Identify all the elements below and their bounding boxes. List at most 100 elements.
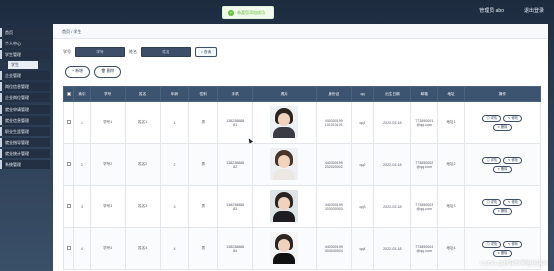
student-id-cell: 学号3 — [89, 185, 126, 228]
col-header: 照片 — [252, 86, 317, 102]
ops-cell: ◎ 详情 ✎ 修改 ✕ 删除 — [463, 101, 542, 144]
detail-button[interactable]: ◎ 详情 — [482, 114, 502, 122]
sidebar-item-company-jobs[interactable]: 企业岗位管理 — [0, 93, 50, 103]
idcard-cell: 440300199 101010101 — [315, 101, 352, 144]
email-cell: 773890004 @qq.com — [410, 227, 439, 270]
detail-button[interactable]: ◎ 详情 — [482, 240, 502, 248]
row-select-cell[interactable] — [62, 101, 75, 144]
breadcrumb: 首页 / 学生 — [53, 24, 548, 39]
sidebar-item-home[interactable]: 首页 — [0, 28, 50, 37]
student-photo — [270, 232, 299, 264]
edit-button[interactable]: ✎ 修改 — [503, 114, 523, 122]
sidebar-item-guidance[interactable]: 就业指导管理 — [0, 137, 50, 147]
col-header: 出生日期 — [373, 86, 412, 102]
trash-icon: ✕ — [497, 166, 501, 171]
age-cell: 3 — [159, 185, 190, 228]
col-header: 地址 — [437, 86, 465, 102]
table-row[interactable]: 1 学号1 姓名1 1 男 138238888 81 440300199 101… — [62, 101, 542, 144]
row-select-cell[interactable] — [62, 143, 75, 186]
row-checkbox[interactable] — [66, 120, 71, 124]
delete-button[interactable]: ✕ 删除 — [492, 207, 512, 215]
edit-button[interactable]: ✎ 修改 — [503, 240, 523, 248]
trash-icon: ✕ — [497, 124, 501, 129]
edit-button[interactable]: ✎ 修改 — [503, 156, 523, 164]
sex-cell: 男 — [188, 143, 219, 186]
sidebar-item-students[interactable]: 学生管理 — [0, 50, 50, 60]
row-select-cell[interactable] — [62, 227, 75, 270]
add-button[interactable]: + 新增 — [65, 66, 90, 78]
sidebar-item-applications[interactable]: 就业申请管理 — [0, 104, 50, 114]
sidebar-item-employment[interactable]: 就业信息管理 — [0, 115, 50, 125]
row-checkbox[interactable] — [66, 204, 71, 208]
sidebar: 首页 个人中心 学生管理 学生 企业管理 岗位信息管理 企业岗位管理 就业申请管… — [0, 28, 50, 171]
sex-cell: 男 — [188, 227, 219, 270]
detail-icon: ◎ — [486, 115, 490, 120]
delete-label: 删除 — [500, 124, 508, 129]
student-id-cell: 学号1 — [89, 101, 126, 144]
sidebar-item-companies[interactable]: 企业管理 — [0, 71, 50, 81]
batch-delete-button[interactable]: 🗑 删除 — [93, 66, 122, 78]
sidebar-item-jobs[interactable]: 岗位信息管理 — [0, 82, 50, 92]
table-row[interactable]: 2 学号2 姓名2 2 男 138238888 82 440300199 202… — [62, 143, 542, 186]
sidebar-item-profile[interactable]: 个人中心 — [0, 39, 50, 49]
table-row[interactable]: 4 学号4 姓名4 4 男 138238888 84 440300199 404… — [62, 227, 542, 270]
trash-icon: 🗑 — [100, 69, 106, 73]
trash-icon: ✕ — [497, 208, 501, 213]
student-id-cell: 学号4 — [89, 227, 126, 270]
email-cell: 773890002 @qq.com — [410, 143, 439, 186]
logout-link[interactable]: 退出登录 — [524, 7, 544, 14]
photo-cell — [252, 143, 317, 186]
idcard-cell: 440300199 202020002 — [315, 143, 352, 186]
name-input[interactable]: 姓名 — [141, 47, 191, 57]
select-all-header[interactable] — [62, 86, 75, 102]
row-select-cell[interactable] — [62, 185, 75, 228]
sidebar-item-system[interactable]: 系统管理 — [0, 160, 50, 170]
detail-icon: ◎ — [486, 241, 490, 246]
student-id-label: 学号 — [63, 49, 71, 54]
breadcrumb-home[interactable]: 首页 — [62, 29, 70, 34]
trash-icon: ✕ — [497, 250, 501, 255]
search-icon: ⌕ — [200, 50, 203, 54]
age-cell: 2 — [159, 143, 190, 186]
qq-cell: qq1 — [350, 101, 375, 144]
phone-cell: 138238888 81 — [217, 101, 254, 144]
delete-button[interactable]: ✕ 删除 — [492, 123, 512, 131]
email-cell: 773890001 @qq.com — [410, 101, 439, 144]
detail-button[interactable]: ◎ 详情 — [482, 198, 502, 206]
index-cell: 3 — [73, 185, 91, 228]
index-cell: 4 — [73, 227, 91, 270]
table-row[interactable]: 3 学号3 姓名3 3 男 138238888 83 440300199 303… — [62, 185, 542, 228]
search-bar: 学号 学号 姓名 姓名 ⌕ 查询 — [63, 47, 217, 57]
current-user[interactable]: 管理员 abo — [479, 7, 504, 14]
student-id-cell: 学号2 — [89, 143, 126, 186]
sidebar-item-statistics[interactable]: 就业统计管理 — [0, 148, 50, 158]
toast-message: 恭喜您添加成功 — [237, 9, 265, 15]
name-label: 姓名 — [129, 49, 137, 54]
detail-icon: ◎ — [486, 157, 490, 162]
name-cell: 姓名2 — [124, 143, 161, 186]
select-all-checkbox[interactable] — [66, 91, 71, 96]
row-checkbox[interactable] — [66, 246, 71, 250]
edit-label: 修改 — [511, 157, 518, 162]
edit-label: 修改 — [511, 241, 518, 246]
photo-cell — [252, 227, 317, 270]
success-toast: ✓ 恭喜您添加成功 — [222, 6, 274, 19]
edit-label: 修改 — [511, 115, 518, 120]
student-id-input[interactable]: 学号 — [75, 47, 125, 57]
birth-cell: 2022-03-18 — [373, 101, 412, 144]
batch-delete-label: 删除 — [106, 69, 115, 73]
age-cell: 4 — [159, 227, 190, 270]
detail-button[interactable]: ◎ 详情 — [482, 156, 502, 164]
name-cell: 姓名4 — [124, 227, 161, 270]
sidebar-item-career[interactable]: 职业生涯管理 — [0, 126, 50, 136]
student-photo — [270, 106, 299, 138]
detail-label: 详情 — [490, 157, 498, 162]
row-checkbox[interactable] — [66, 162, 71, 166]
check-circle-icon: ✓ — [228, 9, 234, 16]
delete-button[interactable]: ✕ 删除 — [492, 249, 512, 257]
edit-button[interactable]: ✎ 修改 — [503, 198, 523, 206]
search-button[interactable]: ⌕ 查询 — [195, 47, 217, 57]
birth-cell: 2022-03-18 — [373, 185, 412, 228]
delete-button[interactable]: ✕ 删除 — [492, 165, 512, 173]
sidebar-subitem-student[interactable]: 学生 — [8, 61, 38, 70]
